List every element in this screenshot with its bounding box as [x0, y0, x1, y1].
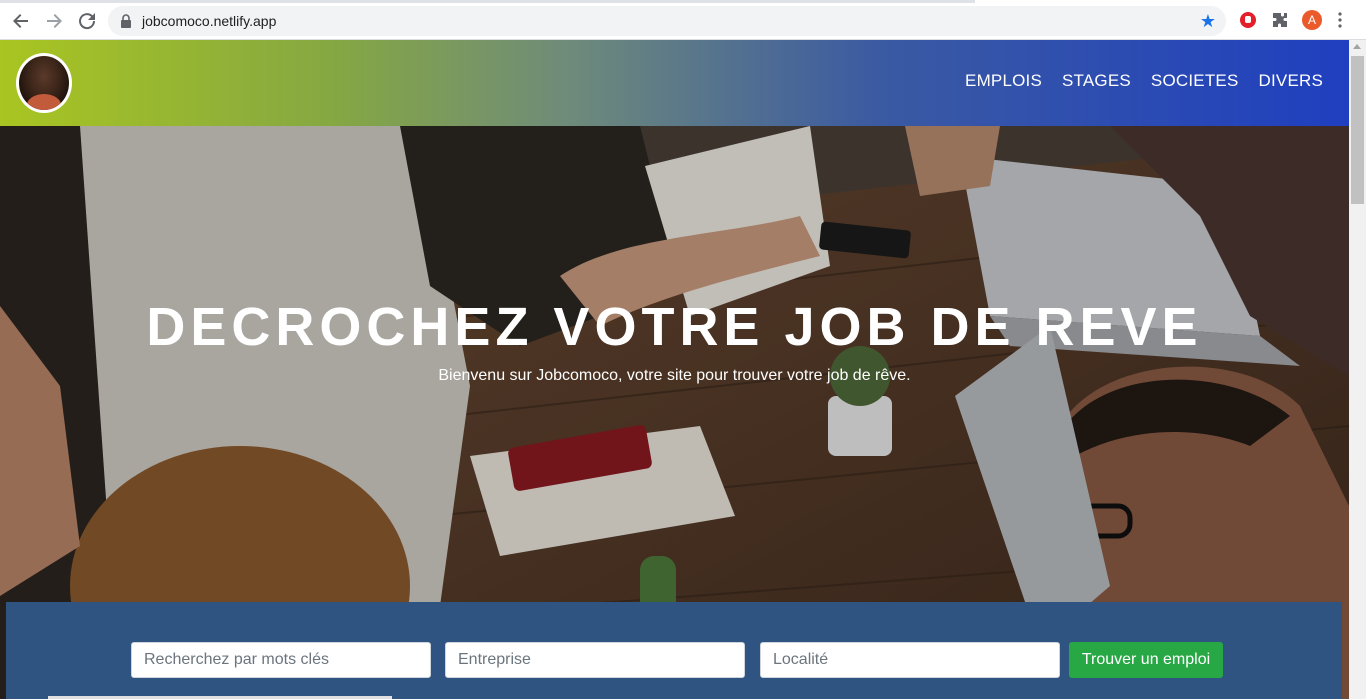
back-icon[interactable]	[10, 10, 32, 32]
reload-icon[interactable]	[76, 10, 98, 32]
main-nav: EMPLOIS STAGES SOCIETES DIVERS	[965, 71, 1323, 91]
location-input[interactable]	[760, 642, 1060, 678]
job-search-form: Trouver un emploi	[6, 602, 1342, 699]
company-input[interactable]	[445, 642, 745, 678]
profile-initial: A	[1307, 13, 1316, 27]
extensions-puzzle-icon[interactable]	[1270, 10, 1290, 30]
site-navbar: EMPLOIS STAGES SOCIETES DIVERS	[0, 40, 1349, 126]
profile-avatar[interactable]: A	[1302, 10, 1322, 30]
nav-link-societes[interactable]: SOCIETES	[1151, 71, 1239, 91]
tab-strip	[0, 0, 975, 3]
menu-kebab-icon[interactable]	[1334, 10, 1346, 30]
page-viewport: EMPLOIS STAGES SOCIETES DIVERS DECROCHEZ…	[0, 40, 1349, 699]
site-logo-avatar[interactable]	[16, 53, 72, 113]
keywords-search-input[interactable]	[131, 642, 431, 678]
find-job-button[interactable]: Trouver un emploi	[1069, 642, 1223, 678]
hero-title: DECROCHEZ VOTRE JOB DE REVE	[146, 297, 1203, 357]
scroll-up-arrow-icon[interactable]	[1353, 44, 1361, 49]
adblock-extension-icon[interactable]	[1238, 10, 1258, 30]
hero-subtitle: Bienvenu sur Jobcomoco, votre site pour …	[438, 367, 911, 384]
scrollbar-thumb[interactable]	[1351, 56, 1364, 204]
nav-link-divers[interactable]: DIVERS	[1259, 71, 1324, 91]
page-scrollbar[interactable]	[1349, 40, 1366, 699]
forward-icon[interactable]	[43, 10, 65, 32]
browser-toolbar: jobcomoco.netlify.app ★ A	[0, 0, 1366, 40]
bookmark-star-icon[interactable]: ★	[1200, 11, 1216, 32]
url-text: jobcomoco.netlify.app	[142, 13, 277, 29]
avatar-photo	[19, 56, 69, 110]
nav-link-emplois[interactable]: EMPLOIS	[965, 71, 1042, 91]
lock-icon	[121, 14, 131, 28]
nav-link-stages[interactable]: STAGES	[1062, 71, 1131, 91]
address-bar[interactable]: jobcomoco.netlify.app ★	[108, 6, 1226, 36]
